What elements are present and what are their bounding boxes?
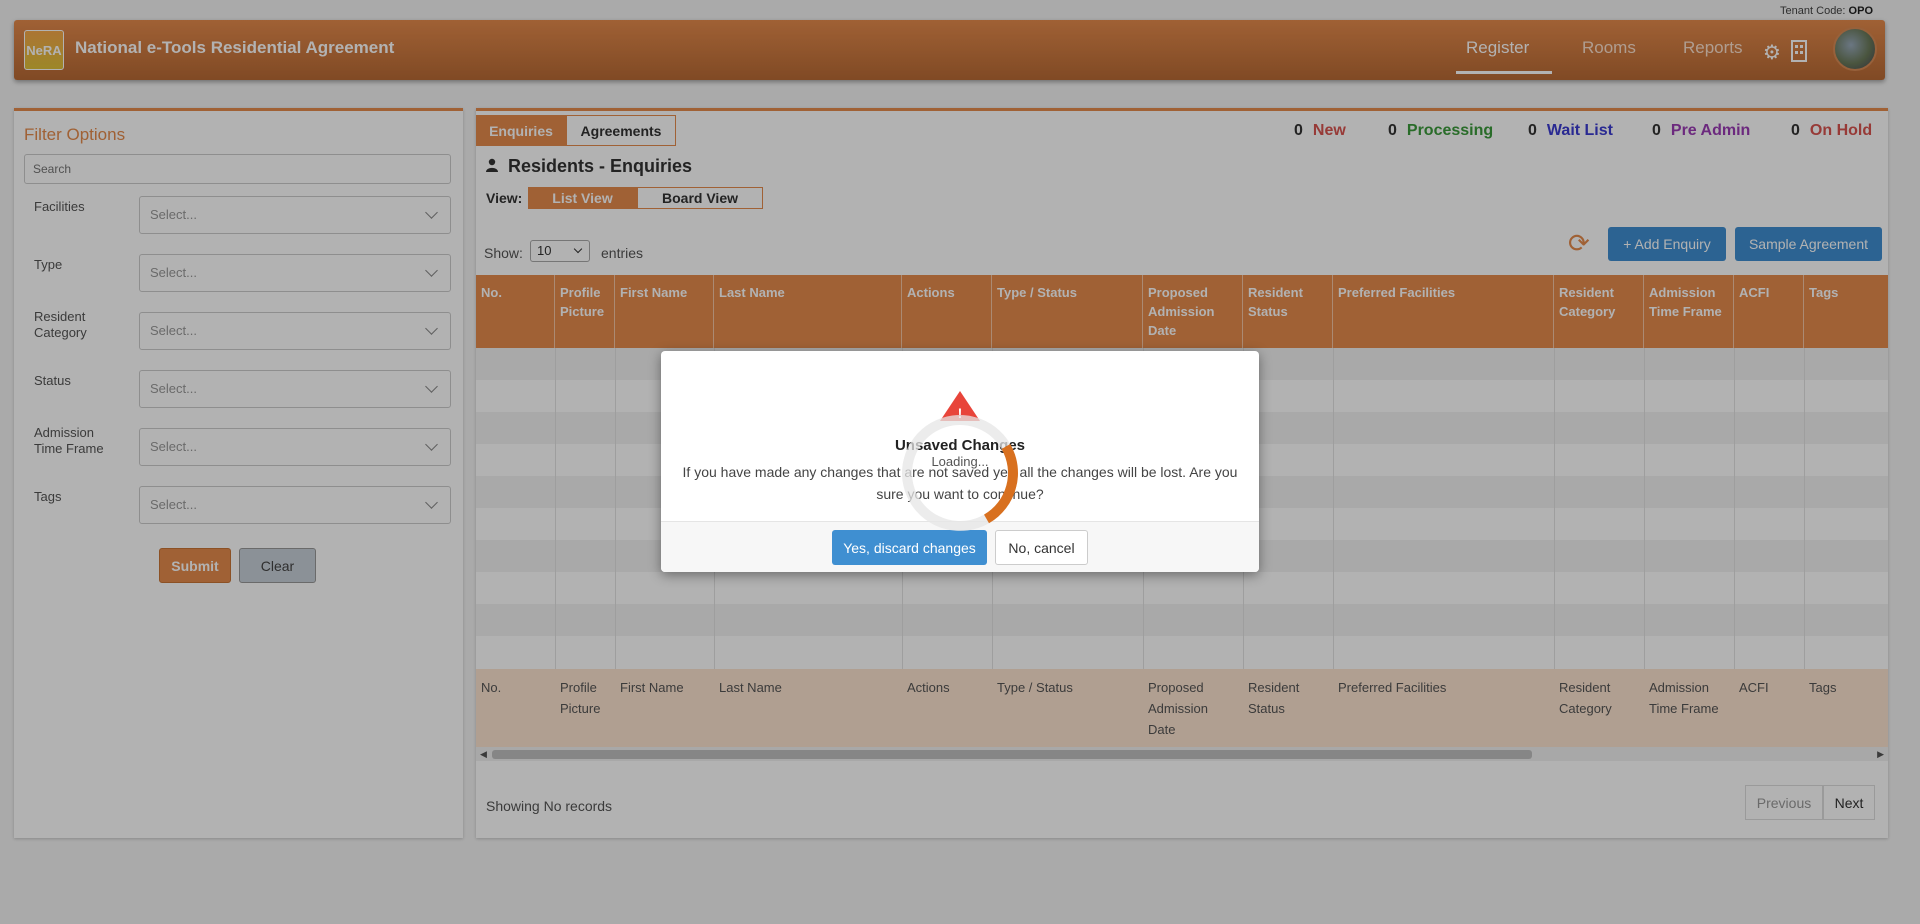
loading-text: Loading...: [931, 454, 989, 469]
cancel-button[interactable]: No, cancel: [995, 530, 1088, 565]
discard-changes-button[interactable]: Yes, discard changes: [832, 530, 987, 565]
